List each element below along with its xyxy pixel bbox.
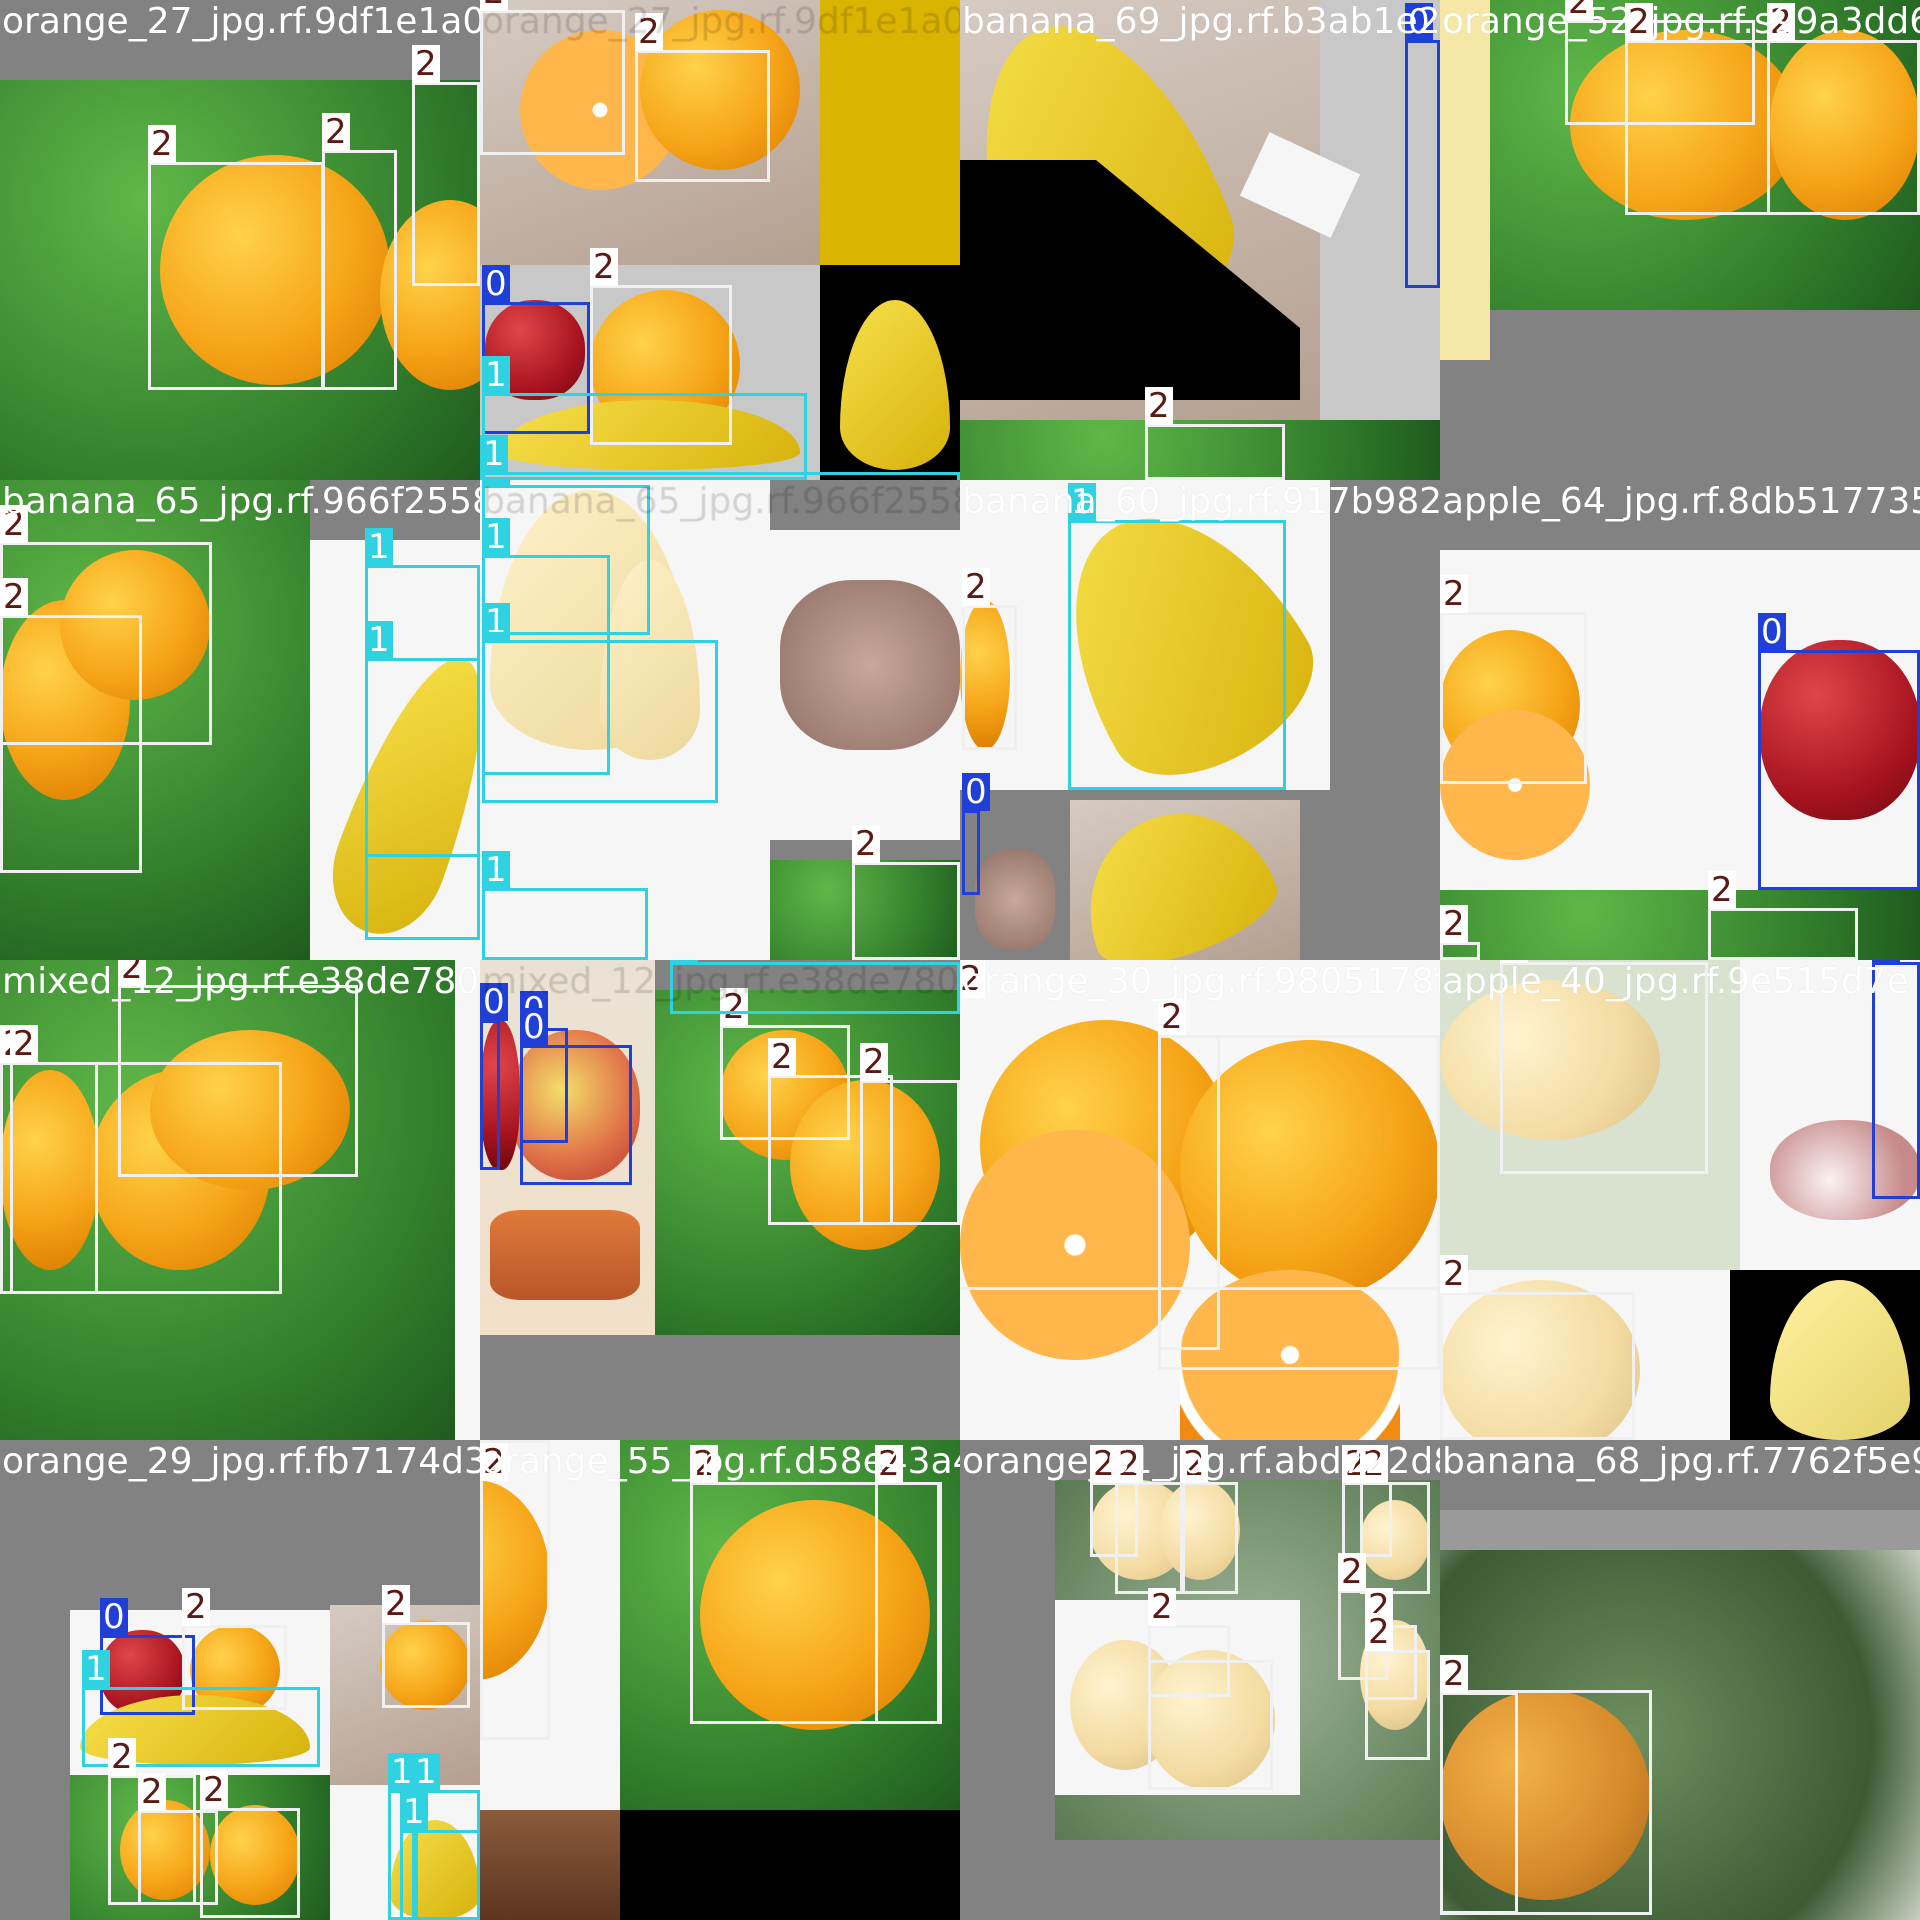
bbox-orange [1158,1035,1440,1370]
tile-filename: banana_65_jpg.rf.966f2558fa0958f26800fd7… [482,481,960,522]
tile-1-3: banana_69_jpg.rf.b3ab1e29e6a 0 2 [960,0,1440,480]
bbox-orange: 2 [875,1445,940,1724]
bbox-banana: 1 [482,603,718,803]
tile-filename: mixed_12_jpg.rf.e38de780c2e74039c_jpg.rf… [2,961,480,1002]
bbox-apple: 0 [480,983,508,1170]
tile-filename: banana_69_jpg.rf.b3ab1e29e6a [962,1,1440,42]
bbox-orange: 2 [1708,871,1858,960]
tile-4-2: orange_55_jpg.rf.d58e43a4801fe7ea 2 2 2 [480,1440,960,1920]
tile-filename: orange_27_jpg.rf.9df1e1a002a3f4fda_ac_d0… [2,1,480,42]
bbox-orange: 2 [1440,1655,1518,1914]
bbox-banana: 1 [400,1793,480,1920]
tile-1-4: orange_52_jpg.rf.s99a3dd64 2 2 2 [1440,0,1920,480]
tile-3-1: mixed_12_jpg.rf.e38de780c2e74039c_jpg.rf… [0,960,480,1440]
bbox-orange: 2 [322,113,397,390]
bbox-orange: 2 [1625,3,1770,215]
bbox-orange: 2 [1767,3,1920,215]
bbox-orange: 2 [635,13,770,182]
tile-2-1: banana_65_jpg.rf.966f2558fa0958f26800fd7… [0,480,480,960]
bbox-orange: 2 [1145,387,1285,480]
bbox-orange: 2 [1440,575,1587,784]
tile-4-1: orange_29_jpg.rf.fb7174d3e8c96e9538 0 2 … [0,1440,480,1920]
tile-2-3: banana_60_jpg.rf.917b982c2 1 2 0 [960,480,1440,960]
tile-filename: orange_61_jpg.rf.abd722d8 [962,1441,1440,1482]
tile-filename: apple_64_jpg.rf.8db517735c2 [1442,481,1920,522]
bbox-orange: 2 [0,578,142,873]
bbox-banana: 1 [480,435,960,480]
bbox-orange: 2 [200,1771,300,1918]
tile-4-3: orange_61_jpg.rf.abd722d8 2 2 2 2 2 2 2 … [960,1440,1440,1920]
bbox-orange: 2 [962,568,1017,750]
tile-filename: orange_55_jpg.rf.d58e43a4801fe7ea [482,1441,960,1482]
bbox-orange: 2 [148,125,324,390]
bbox-orange [1148,1660,1273,1790]
mosaic-grid: orange_27_jpg.rf.9df1e1a002a3f4fda_ac_d0… [0,0,1920,1920]
tile-filename: orange_30_jpg.rf.9805178fbdf49c40 [962,961,1440,1002]
tile-1-1: orange_27_jpg.rf.9df1e1a002a3f4fda_ac_d0… [0,0,480,480]
bbox-orange: 2 [1365,1613,1430,1760]
bbox-apple: 0 [1405,3,1440,288]
bbox-apple: 0 [1758,613,1920,890]
bbox-orange: 2 [1115,1445,1185,1594]
bbox-apple: 0 [962,773,990,895]
bbox-orange: 2 [1440,1255,1635,1440]
bbox-orange: 2 [382,1585,470,1708]
tile-filename: apple_40_jpg.rf.9e515d7e [1442,961,1909,1002]
bbox-orange: 2 [412,45,480,286]
tile-4-4: banana_68_jpg.rf.7762f5e9684 2 [1440,1440,1920,1920]
tile-3-3: orange_30_jpg.rf.9805178fbdf49c40 2 2 [960,960,1440,1440]
tile-1-2: orange_27_jpg.rf.9df1e1a002a3f4fda_ac_d0… [480,0,960,480]
tile-filename: orange_52_jpg.rf.s99a3dd64 [1442,1,1920,42]
tile-3-4: apple_40_jpg.rf.9e515d7e 2 0 2 [1440,960,1920,1440]
bbox-banana: 1 [365,621,480,940]
tile-3-2: mixed_12_jpg.rf.e38de780c2e74039c_jpg.rf… [480,960,960,1440]
bbox-orange: 2 [1360,1445,1430,1594]
bbox-banana: 1 [1068,483,1286,790]
bbox-orange: 2 [852,825,960,960]
bbox-apple: 0 [520,1008,632,1185]
tile-2-2: banana_65_jpg.rf.966f2558fa0958f26800fd7… [480,480,960,960]
tile-filename: banana_68_jpg.rf.7762f5e9684 [1442,1441,1920,1482]
tile-filename: banana_65_jpg.rf.966f2558fa0958f26800fd7… [2,481,480,522]
bbox-banana: 1 [482,356,807,480]
bbox-orange: 2 [480,1440,550,1740]
bbox-orange: 2 [860,1043,960,1225]
bbox-orange: 2 [1440,905,1480,960]
bbox-orange: 2 [10,1025,282,1294]
tile-filename: orange_29_jpg.rf.fb7174d3e8c96e9538 [2,1441,480,1482]
tile-filename: mixed_12_jpg.rf.e38de780c2e74039c_jpg.rf… [482,961,960,1002]
tile-2-4: apple_64_jpg.rf.8db517735c2 2 0 2 2 [1440,480,1920,960]
bbox-orange: 2 [1180,1445,1238,1594]
tile-filename: orange_27_jpg.rf.9df1e1a002a3f4fda_ac_d0… [482,1,960,42]
tile-filename: banana_60_jpg.rf.917b982c2 [962,481,1440,522]
bbox-banana: 1 [482,851,648,960]
